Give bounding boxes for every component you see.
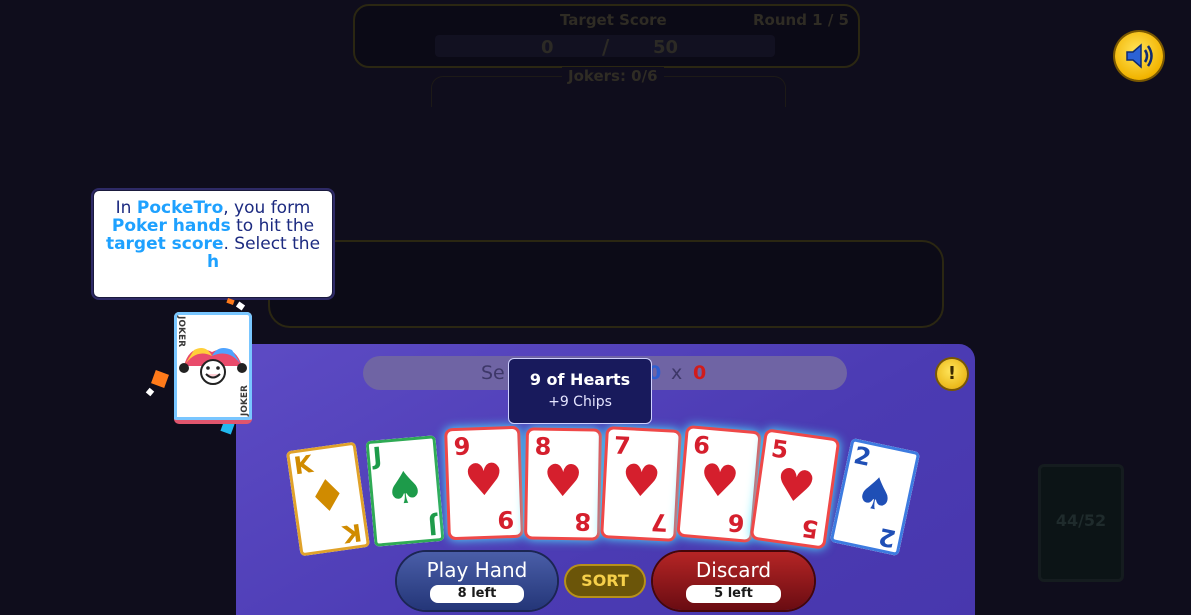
tutorial-bubble: In PockeTro, you form Poker hands to hit… — [93, 190, 333, 298]
confetti — [226, 297, 235, 306]
current-score: 0 — [541, 37, 554, 58]
tutorial-text-part: In — [115, 198, 137, 218]
tutorial-text-part: . Select the — [223, 234, 321, 254]
hand-card[interactable]: J J ♠ — [365, 435, 445, 547]
info-button[interactable]: ! — [937, 359, 967, 389]
confetti — [151, 370, 169, 388]
sort-button[interactable]: SORT — [566, 566, 644, 596]
played-hand-area — [268, 240, 944, 328]
play-hand-button[interactable]: Play Hand 8 left — [397, 552, 557, 610]
heart-suit-icon: ♥ — [620, 455, 663, 509]
spade-suit-icon: ♠ — [850, 465, 901, 524]
target-score-panel: Target Score Round 1 / 5 0 / 50 — [353, 4, 860, 68]
heart-suit-icon: ♥ — [463, 454, 505, 507]
multiply-sign: x — [671, 362, 683, 384]
tutorial-text-part: to hit the — [230, 216, 315, 236]
tutorial-highlight: target score — [105, 234, 224, 254]
exclamation-icon: ! — [947, 363, 957, 384]
card-rank: K — [341, 517, 364, 549]
tutorial-text: In PockeTro, you form Poker hands to hit… — [94, 191, 332, 279]
jokers-slot-panel: Jokers: 0/6 — [431, 67, 786, 107]
target-score-value: 50 — [653, 37, 679, 58]
spade-suit-icon: ♠ — [382, 461, 427, 516]
card-rank: 7 — [650, 507, 669, 537]
tooltip-subtitle: +9 Chips — [548, 394, 612, 410]
tutorial-highlight: Poker hands — [111, 216, 231, 236]
joker-card[interactable]: JOKER JOKER — [174, 312, 252, 424]
sound-toggle-button[interactable] — [1115, 32, 1163, 80]
hand-name-label: Se — [481, 362, 505, 384]
speaker-icon — [1126, 43, 1153, 69]
hand-card[interactable]: 9 9 ♥ — [447, 428, 521, 538]
discard-button[interactable]: Discard 5 left — [653, 552, 814, 610]
diamond-suit-icon: ♦ — [304, 468, 351, 525]
confetti — [145, 387, 155, 397]
joker-label: JOKER — [240, 384, 250, 416]
tooltip-title: 9 of Hearts — [529, 370, 631, 389]
card-rank: 2 — [876, 522, 899, 553]
hand-card[interactable]: K K ♦ — [285, 441, 371, 557]
card-rank: 6 — [726, 507, 746, 538]
confetti — [235, 301, 246, 311]
draw-deck[interactable]: 44/52 — [1038, 464, 1124, 582]
hand-card[interactable]: 5 5 ♥ — [752, 431, 838, 547]
deck-count: 44/52 — [1055, 511, 1107, 530]
card-rank: 9 — [497, 504, 515, 534]
hands-left-badge: 8 left — [429, 585, 525, 603]
card-rank: J — [426, 511, 439, 541]
card-rank: 8 — [574, 507, 592, 536]
tutorial-text-part: , you form — [223, 198, 311, 218]
tutorial-highlight: h — [206, 252, 220, 272]
mult-value: 0 — [693, 362, 707, 384]
score-separator: / — [602, 35, 610, 59]
heart-suit-icon: ♥ — [542, 455, 584, 508]
jester-face-icon — [179, 348, 247, 385]
jokers-count-label: Jokers: 0/6 — [562, 67, 664, 85]
discard-label: Discard — [695, 558, 772, 582]
card-rank: 5 — [800, 513, 821, 544]
hand-card[interactable]: 8 8 ♥ — [527, 430, 599, 538]
play-hand-label: Play Hand — [426, 558, 528, 582]
round-indicator: Round 1 / 5 — [753, 11, 849, 29]
card-tooltip: 9 of Hearts +9 Chips — [508, 358, 652, 424]
discards-left-badge: 5 left — [686, 585, 781, 603]
hand-card[interactable]: 6 6 ♥ — [679, 428, 759, 540]
hand-card[interactable]: 7 7 ♥ — [603, 429, 679, 539]
heart-suit-icon: ♥ — [772, 458, 819, 515]
brand-name: PockeTro — [136, 198, 224, 218]
target-score-label: Target Score — [560, 11, 667, 29]
heart-suit-icon: ♥ — [697, 454, 742, 509]
